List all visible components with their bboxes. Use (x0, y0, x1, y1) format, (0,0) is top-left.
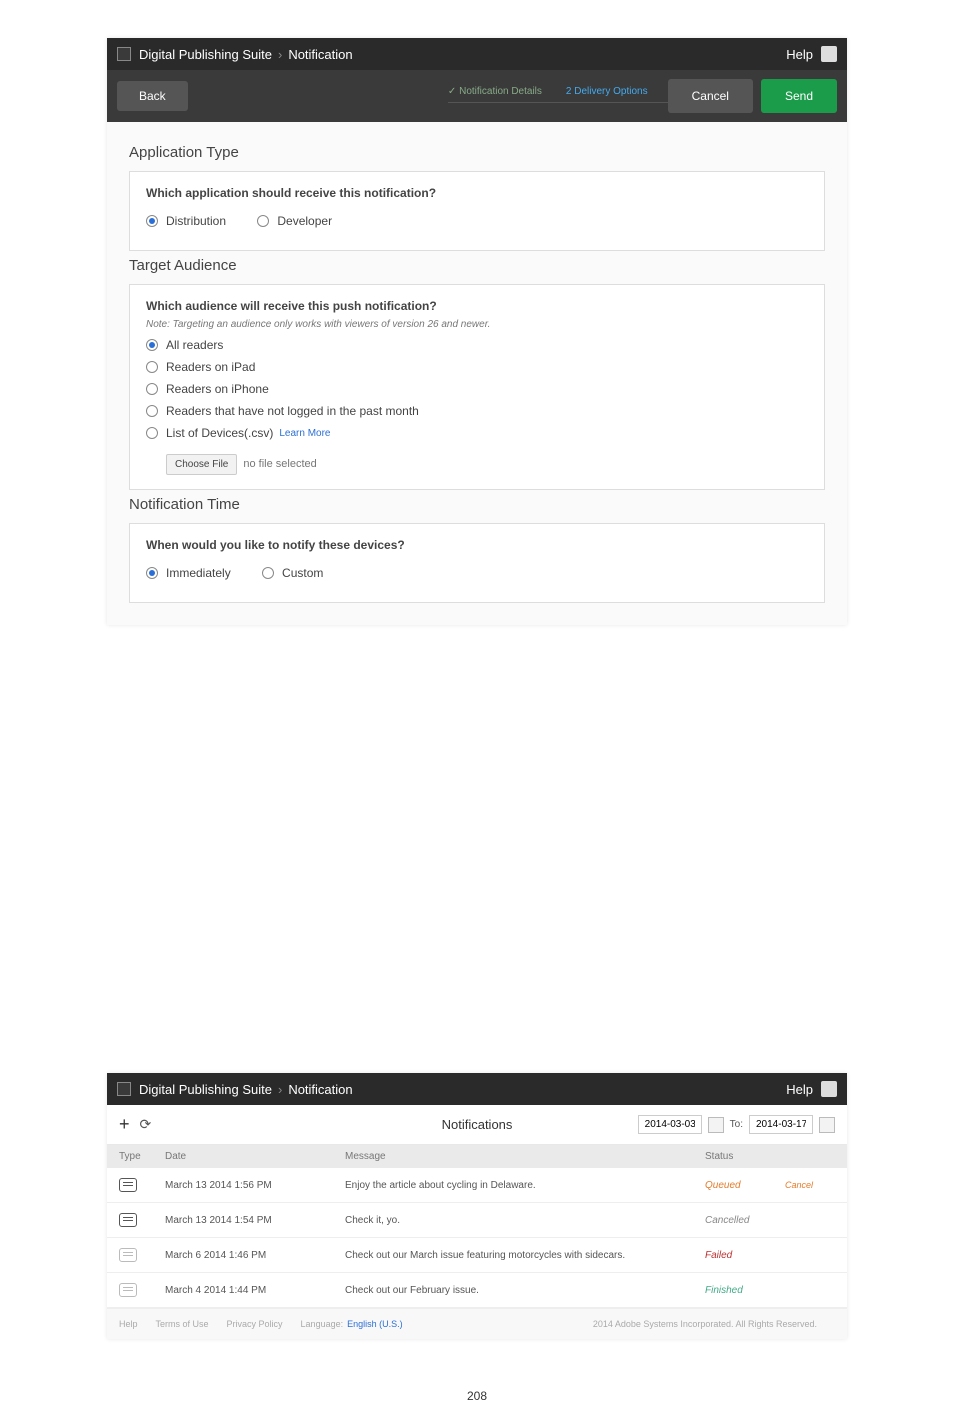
audience-question: Which audience will receive this push no… (146, 299, 808, 313)
step-delivery-options: 2 Delivery Options (566, 86, 648, 107)
help-link[interactable]: Help (786, 1082, 813, 1097)
footer-privacy[interactable]: Privacy Policy (227, 1319, 283, 1329)
row-cancel-link[interactable]: Cancel (785, 1180, 835, 1190)
col-status: Status (705, 1151, 785, 1162)
date-from-input[interactable] (638, 1115, 702, 1134)
back-button[interactable]: Back (117, 81, 188, 111)
delivery-options-panel: Digital Publishing Suite › Notification … (107, 38, 847, 625)
cancel-button[interactable]: Cancel (668, 79, 753, 113)
app-type-question: Which application should receive this no… (146, 186, 808, 200)
row-status: Cancelled (705, 1215, 785, 1226)
notifications-list-panel: Digital Publishing Suite › Notification … (107, 1073, 847, 1339)
step-notification-details: ✓ Notification Details (448, 86, 542, 107)
audience-note: Note: Targeting an audience only works w… (146, 319, 808, 330)
page-number: 208 (0, 1389, 954, 1403)
app-icon (117, 47, 131, 61)
add-button[interactable]: + (119, 1114, 130, 1135)
radio-readers-inactive[interactable]: Readers that have not logged in the past… (146, 404, 808, 418)
radio-readers-iphone[interactable]: Readers on iPhone (146, 382, 808, 396)
radio-icon (146, 361, 158, 373)
no-file-label: no file selected (243, 458, 316, 470)
row-status: Failed (705, 1250, 785, 1261)
section-audience: Which audience will receive this push no… (129, 284, 825, 490)
radio-developer[interactable]: Developer (257, 214, 332, 228)
section-app-type: Which application should receive this no… (129, 171, 825, 251)
message-icon (119, 1248, 137, 1262)
section-time: When would you like to notify these devi… (129, 523, 825, 603)
radio-icon (257, 215, 269, 227)
help-link[interactable]: Help (786, 47, 813, 62)
radio-icon (146, 383, 158, 395)
radio-icon (262, 567, 274, 579)
col-message: Message (345, 1151, 705, 1162)
section-app-type-title: Application Type (129, 144, 825, 161)
wizard-steps: ✓ Notification Details 2 Delivery Option… (436, 86, 660, 107)
table-row[interactable]: March 6 2014 1:46 PMCheck out our March … (107, 1238, 847, 1273)
row-status: Queued (705, 1180, 785, 1191)
radio-icon (146, 427, 158, 439)
footer: Help Terms of Use Privacy Policy Languag… (107, 1308, 847, 1339)
page-title: Notifications (442, 1117, 513, 1132)
action-bar: Back ✓ Notification Details 2 Delivery O… (107, 70, 847, 122)
list-toolbar: + ⟳ Notifications To: (107, 1105, 847, 1145)
radio-icon (146, 567, 158, 579)
footer-help[interactable]: Help (119, 1319, 138, 1329)
titlebar: Digital Publishing Suite › Notification … (107, 38, 847, 70)
radio-distribution[interactable]: Distribution (146, 214, 226, 228)
breadcrumb-sep: › (278, 1082, 282, 1097)
app-icon (117, 1082, 131, 1096)
row-message: Check out our February issue. (345, 1285, 705, 1296)
send-button[interactable]: Send (761, 79, 837, 113)
row-date: March 6 2014 1:46 PM (165, 1250, 345, 1261)
footer-terms[interactable]: Terms of Use (156, 1319, 209, 1329)
message-icon (119, 1178, 137, 1192)
table-body: March 13 2014 1:56 PMEnjoy the article a… (107, 1168, 847, 1308)
breadcrumb-app: Digital Publishing Suite (139, 1082, 272, 1097)
footer-copyright: 2014 Adobe Systems Incorporated. All Rig… (593, 1319, 817, 1329)
radio-icon (146, 405, 158, 417)
radio-icon (146, 339, 158, 351)
table-row[interactable]: March 13 2014 1:54 PMCheck it, yo.Cancel… (107, 1203, 847, 1238)
footer-lang[interactable]: English (U.S.) (347, 1319, 403, 1329)
row-message: Enjoy the article about cycling in Delaw… (345, 1180, 705, 1191)
section-audience-title: Target Audience (129, 257, 825, 274)
table-row[interactable]: March 13 2014 1:56 PMEnjoy the article a… (107, 1168, 847, 1203)
radio-immediately[interactable]: Immediately (146, 566, 231, 580)
calendar-icon[interactable] (819, 1117, 835, 1133)
radio-all-readers[interactable]: All readers (146, 338, 808, 352)
footer-lang-label: Language: (301, 1319, 344, 1329)
choose-file-button[interactable]: Choose File (166, 454, 237, 475)
breadcrumb-sep: › (278, 47, 282, 62)
row-message: Check out our March issue featuring moto… (345, 1250, 705, 1261)
form-body: Application Type Which application shoul… (107, 122, 847, 625)
section-time-title: Notification Time (129, 496, 825, 513)
table-row[interactable]: March 4 2014 1:44 PMCheck out our Februa… (107, 1273, 847, 1308)
col-date: Date (165, 1151, 345, 1162)
refresh-button[interactable]: ⟳ (140, 1116, 152, 1133)
row-date: March 13 2014 1:56 PM (165, 1180, 345, 1191)
to-label: To: (730, 1119, 743, 1130)
table-header: Type Date Message Status (107, 1145, 847, 1168)
message-icon (119, 1283, 137, 1297)
calendar-icon[interactable] (708, 1117, 724, 1133)
row-status: Finished (705, 1285, 785, 1296)
time-question: When would you like to notify these devi… (146, 538, 808, 552)
col-type: Type (119, 1151, 165, 1162)
breadcrumb-app: Digital Publishing Suite (139, 47, 272, 62)
radio-device-list[interactable]: List of Devices(.csv)Learn More (146, 426, 808, 440)
radio-custom[interactable]: Custom (262, 566, 323, 580)
breadcrumb-page: Notification (288, 1082, 352, 1097)
row-date: March 4 2014 1:44 PM (165, 1285, 345, 1296)
row-message: Check it, yo. (345, 1215, 705, 1226)
learn-more-link[interactable]: Learn More (279, 428, 330, 439)
breadcrumb-page: Notification (288, 47, 352, 62)
radio-readers-ipad[interactable]: Readers on iPad (146, 360, 808, 374)
radio-icon (146, 215, 158, 227)
row-date: March 13 2014 1:54 PM (165, 1215, 345, 1226)
user-icon[interactable] (821, 46, 837, 62)
message-icon (119, 1213, 137, 1227)
date-to-input[interactable] (749, 1115, 813, 1134)
user-icon[interactable] (821, 1081, 837, 1097)
titlebar: Digital Publishing Suite › Notification … (107, 1073, 847, 1105)
